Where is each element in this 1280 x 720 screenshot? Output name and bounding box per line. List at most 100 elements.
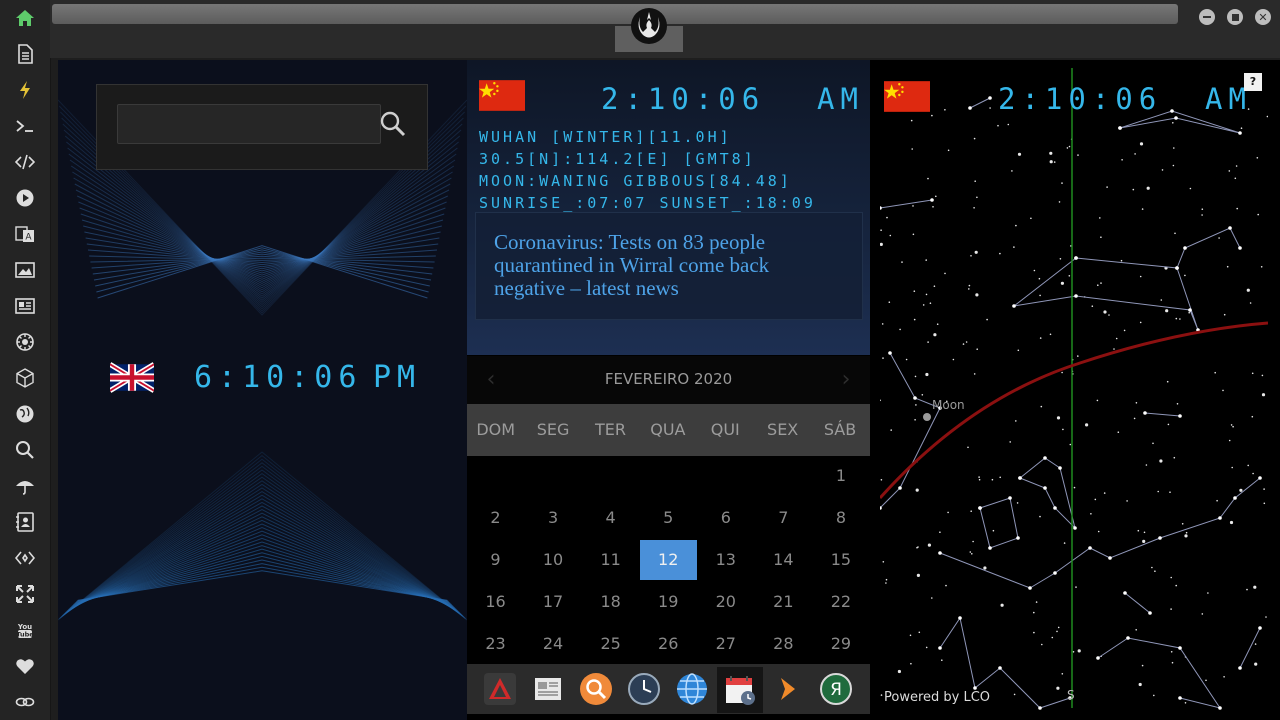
globe-icon[interactable]: [11, 400, 39, 428]
maximize-button[interactable]: [1227, 9, 1243, 25]
star-map-widget[interactable]: 2:10:06 AM ? Moon S Powered by LCO: [880, 68, 1268, 710]
newspaper-icon: [535, 678, 561, 700]
minus-icon: [1203, 16, 1211, 18]
calendar-day[interactable]: 26: [640, 624, 697, 664]
gear-icon[interactable]: [11, 328, 39, 356]
calendar-day[interactable]: 5: [640, 498, 697, 538]
moon-label: Moon: [932, 398, 965, 412]
calendar-day[interactable]: 1: [812, 456, 869, 496]
calendar-day[interactable]: 20: [697, 582, 754, 622]
calendar-day[interactable]: 27: [697, 624, 754, 664]
calendar-day[interactable]: 3: [525, 498, 582, 538]
calendar-day[interactable]: 6: [697, 498, 754, 538]
yandex-dock-item[interactable]: Я: [818, 671, 854, 707]
news-reader-dock-item[interactable]: [530, 671, 566, 707]
minimize-button[interactable]: [1199, 9, 1215, 25]
browser-dock-item[interactable]: [674, 671, 710, 707]
wuhan-info-widget: 2:10:06 AM WUHAN [WINTER][11.0H] 30.5[N]…: [467, 60, 870, 355]
calendar-day[interactable]: 19: [640, 582, 697, 622]
news-headline[interactable]: Coronavirus: Tests on 83 people quaranti…: [494, 231, 834, 300]
play-icon[interactable]: [11, 184, 39, 212]
news-card[interactable]: Coronavirus: Tests on 83 people quaranti…: [475, 212, 863, 320]
heart-icon[interactable]: [11, 652, 39, 680]
star-map-canvas[interactable]: [880, 68, 1268, 710]
search-input[interactable]: [117, 104, 381, 144]
calendar-day[interactable]: 11: [582, 540, 639, 580]
clock-dock-item[interactable]: [626, 671, 662, 707]
search-icon: [380, 111, 406, 137]
expand-icon[interactable]: [11, 580, 39, 608]
code-icon[interactable]: [11, 148, 39, 176]
calendar-day[interactable]: 21: [755, 582, 812, 622]
rebel-alliance-icon: [631, 8, 667, 44]
search-icon[interactable]: [11, 436, 39, 464]
media-dock-item[interactable]: [770, 671, 806, 707]
svg-text:A: A: [25, 233, 32, 243]
contact-card-icon[interactable]: [11, 508, 39, 536]
document-icon[interactable]: [11, 40, 39, 68]
umbrella-icon[interactable]: [11, 472, 39, 500]
sky-clock-time: 2:10:06: [998, 82, 1163, 116]
app-sidebar: A You Tube: [0, 0, 51, 720]
image-icon[interactable]: [11, 256, 39, 284]
calendar-day[interactable]: 24: [525, 624, 582, 664]
calendar-day[interactable]: 4: [582, 498, 639, 538]
clock-icon: [628, 673, 660, 705]
wuhan-clock-ampm: AM: [817, 82, 864, 116]
calendar-day[interactable]: 10: [525, 540, 582, 580]
cube-icon[interactable]: [11, 364, 39, 392]
cloud-link-icon[interactable]: [11, 688, 39, 716]
calendar-day[interactable]: 25: [582, 624, 639, 664]
weekday-label: SEX: [767, 420, 799, 439]
home-icon[interactable]: [11, 4, 39, 32]
calendar-day[interactable]: 15: [812, 540, 869, 580]
newspaper-icon[interactable]: [11, 292, 39, 320]
calendar-day[interactable]: 18: [582, 582, 639, 622]
window-titlebar[interactable]: ✕: [50, 0, 1280, 58]
calendar-day[interactable]: 13: [697, 540, 754, 580]
sun-times-line: SUNRISE_:07:07 SUNSET_:18:09: [479, 194, 816, 212]
calendar-day[interactable]: 2: [467, 498, 524, 538]
titlebar-drag-strip[interactable]: [52, 4, 1178, 24]
powered-by-label[interactable]: Powered by LCO: [884, 690, 990, 705]
weekday-label: SEG: [536, 420, 570, 439]
swap-icon[interactable]: [11, 544, 39, 572]
wuhan-calendar-panel: 2:10:06 AM WUHAN [WINTER][11.0H] 30.5[N]…: [467, 60, 870, 720]
lightning-icon[interactable]: [11, 76, 39, 104]
chevron-right-icon[interactable]: ›: [832, 366, 860, 394]
weekday-label: SÁB: [823, 420, 857, 439]
calendar-weekday-row: DOM SEG TER QUA QUI SEX SÁB: [467, 404, 870, 456]
calendar-day[interactable]: 17: [525, 582, 582, 622]
calendar-day[interactable]: 22: [812, 582, 869, 622]
moon-phase-line: MOON:WANING GIBBOUS[84.48]: [479, 172, 792, 190]
calendar-day-today[interactable]: 12: [639, 540, 697, 580]
terminal-icon[interactable]: [11, 112, 39, 140]
calendar-day[interactable]: 9: [467, 540, 524, 580]
compass-direction-label: S: [1067, 688, 1075, 702]
search-widget: [96, 84, 428, 170]
calendar-day[interactable]: 14: [755, 540, 812, 580]
calendar-dock-item[interactable]: [717, 667, 763, 713]
translate-icon[interactable]: A: [11, 220, 39, 248]
square-icon: [1231, 13, 1239, 21]
china-flag-icon: [884, 81, 930, 112]
launcher-dock-item[interactable]: [482, 671, 518, 707]
magnifier-icon: [580, 673, 612, 705]
calendar-day[interactable]: 16: [467, 582, 524, 622]
search-button[interactable]: [375, 105, 411, 143]
coordinates-line: 30.5[N]:114.2[E] [GMT8]: [479, 150, 756, 168]
close-button[interactable]: ✕: [1255, 9, 1271, 25]
calendar-day[interactable]: 28: [755, 624, 812, 664]
calendar-day[interactable]: 23: [467, 624, 524, 664]
youtube-icon[interactable]: You Tube: [11, 616, 39, 644]
close-icon: ✕: [1258, 10, 1268, 24]
search-dock-item[interactable]: [578, 671, 614, 707]
calendar-widget: ‹ FEVEREIRO 2020 › DOM SEG TER QUA QUI S…: [467, 356, 870, 664]
uk-clock-ampm: PM: [373, 360, 422, 395]
weekday-label: TER: [594, 420, 626, 439]
app-logo-tab[interactable]: [615, 8, 683, 52]
calendar-day[interactable]: 8: [812, 498, 869, 538]
calendar-day[interactable]: 29: [812, 624, 869, 664]
calendar-day[interactable]: 7: [755, 498, 812, 538]
help-button[interactable]: ?: [1244, 73, 1262, 91]
